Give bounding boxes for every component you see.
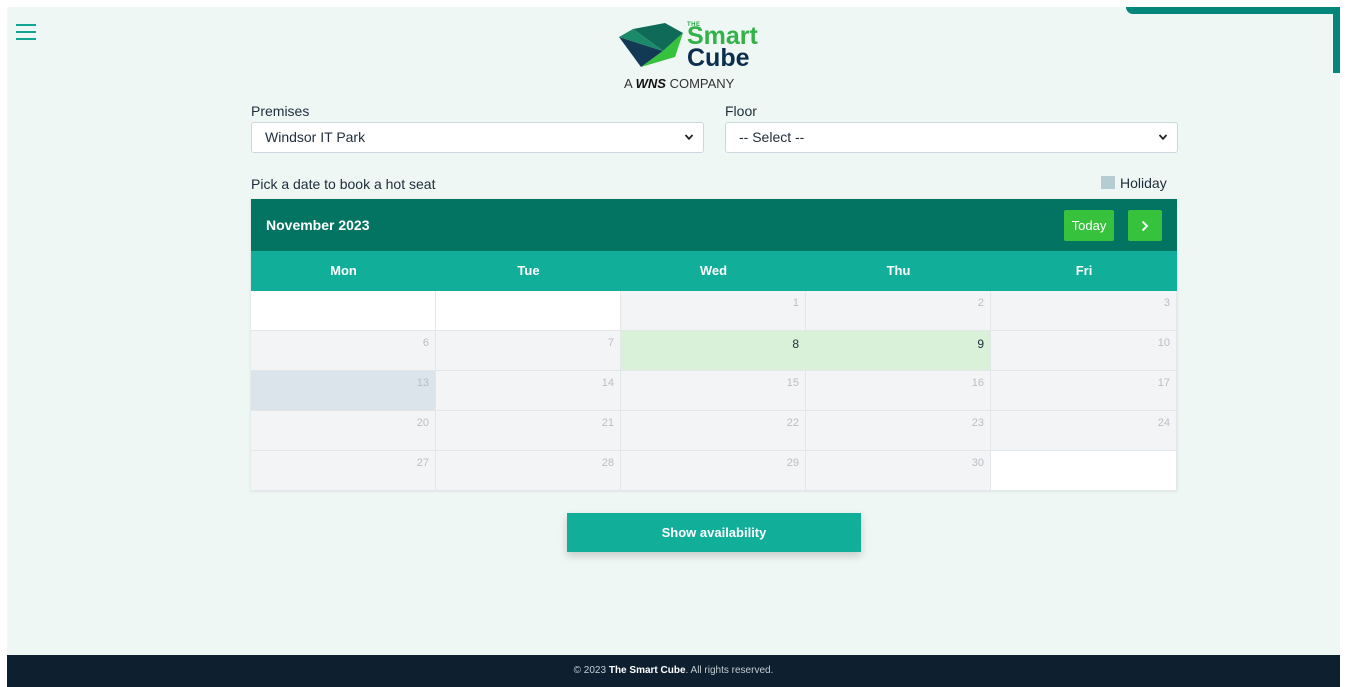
- page: THE Smart Cube A WNS COMPANY Premises Wi…: [7, 7, 1340, 687]
- weekday-thu: Thu: [886, 263, 911, 278]
- day-number: 10: [1157, 337, 1170, 349]
- chevron-down-icon: [684, 134, 694, 141]
- calendar-day-23: 23: [806, 411, 991, 451]
- holiday-swatch: [1101, 176, 1115, 189]
- day-number: 7: [607, 337, 614, 349]
- day-number: 28: [601, 457, 614, 469]
- holiday-legend-label: Holiday: [1120, 175, 1167, 191]
- calendar-header: November 2023 Today: [251, 199, 1177, 251]
- day-number: 29: [786, 457, 799, 469]
- calendar-day-24: 24: [991, 411, 1177, 451]
- calendar-day-21: 21: [436, 411, 621, 451]
- footer: © 2023 The Smart Cube. All rights reserv…: [7, 655, 1340, 687]
- day-number: 30: [971, 457, 984, 469]
- calendar-day-empty: [251, 291, 436, 331]
- calendar-day-22: 22: [621, 411, 806, 451]
- calendar-month-title: November 2023: [266, 217, 370, 233]
- weekday-wed: Wed: [699, 263, 728, 278]
- floor-value: -- Select --: [739, 129, 805, 145]
- tagline-prefix: A: [624, 76, 632, 91]
- today-button[interactable]: Today: [1064, 210, 1114, 241]
- footer-prefix: © 2023: [573, 665, 607, 676]
- show-availability-button[interactable]: Show availability: [567, 513, 861, 552]
- calendar-day-1: 1: [621, 291, 806, 331]
- day-number: 1: [792, 297, 799, 309]
- day-number: 6: [422, 337, 429, 349]
- calendar-day-30: 30: [806, 451, 991, 491]
- day-number: 16: [971, 377, 984, 389]
- cube-logo-icon: [619, 23, 683, 67]
- corner-accent-side: [1333, 7, 1340, 73]
- instruction-text: Pick a date to book a hot seat: [251, 176, 436, 192]
- footer-brand: The Smart Cube: [608, 665, 686, 676]
- day-number: 8: [792, 337, 799, 351]
- day-number: 14: [601, 377, 614, 389]
- menu-bar: [16, 38, 36, 40]
- menu-bar: [16, 24, 36, 26]
- next-month-button[interactable]: [1128, 210, 1162, 241]
- calendar-day-6: 6: [251, 331, 436, 371]
- calendar-day-13: 13: [251, 371, 436, 411]
- calendar-day-empty: [991, 451, 1177, 491]
- corner-accent: [1126, 7, 1340, 14]
- calendar: November 2023 Today Mon Tue Wed Thu Fri 1236…: [251, 199, 1177, 491]
- day-number: 13: [416, 377, 429, 389]
- calendar-day-3: 3: [991, 291, 1177, 331]
- day-number: 9: [977, 337, 984, 351]
- floor-select[interactable]: -- Select --: [725, 122, 1178, 153]
- day-number: 24: [1157, 417, 1170, 429]
- premises-select[interactable]: Windsor IT Park: [251, 122, 704, 153]
- weekday-tue: Tue: [517, 263, 540, 278]
- menu-bar: [16, 31, 36, 33]
- floor-label: Floor: [725, 103, 757, 119]
- calendar-day-16: 16: [806, 371, 991, 411]
- hamburger-menu-icon[interactable]: [16, 22, 36, 40]
- calendar-day-15: 15: [621, 371, 806, 411]
- brand-tagline: A WNS COMPANY: [624, 76, 734, 91]
- weekday-mon: Mon: [330, 263, 357, 278]
- day-number: 15: [786, 377, 799, 389]
- chevron-right-icon: [1141, 220, 1149, 232]
- day-number: 22: [786, 417, 799, 429]
- weekday-header-row: Mon Tue Wed Thu Fri: [251, 251, 1177, 291]
- calendar-day-14: 14: [436, 371, 621, 411]
- chevron-down-icon: [1158, 134, 1168, 141]
- calendar-day-2: 2: [806, 291, 991, 331]
- day-number: 21: [601, 417, 614, 429]
- calendar-day-8[interactable]: 8: [621, 331, 806, 371]
- day-number: 23: [971, 417, 984, 429]
- calendar-day-9[interactable]: 9: [806, 331, 991, 371]
- day-number: 17: [1157, 377, 1170, 389]
- calendar-day-29: 29: [621, 451, 806, 491]
- calendar-day-28: 28: [436, 451, 621, 491]
- day-number: 2: [977, 297, 984, 309]
- calendar-day-empty: [436, 291, 621, 331]
- calendar-day-20: 20: [251, 411, 436, 451]
- day-number: 20: [416, 417, 429, 429]
- day-number: 3: [1163, 297, 1170, 309]
- brand-cube: Cube: [687, 44, 750, 72]
- premises-label: Premises: [251, 103, 310, 119]
- tagline-suffix: COMPANY: [669, 76, 735, 91]
- weekday-fri: Fri: [1075, 263, 1093, 278]
- brand-logo: THE Smart Cube A WNS COMPANY: [619, 19, 779, 95]
- calendar-day-7: 7: [436, 331, 621, 371]
- calendar-day-10: 10: [991, 331, 1177, 371]
- tagline-bold: WNS: [635, 76, 666, 91]
- footer-suffix: . All rights reserved.: [685, 665, 774, 676]
- calendar-day-27: 27: [251, 451, 436, 491]
- day-number: 27: [416, 457, 429, 469]
- calendar-day-17: 17: [991, 371, 1177, 411]
- premises-value: Windsor IT Park: [265, 129, 366, 145]
